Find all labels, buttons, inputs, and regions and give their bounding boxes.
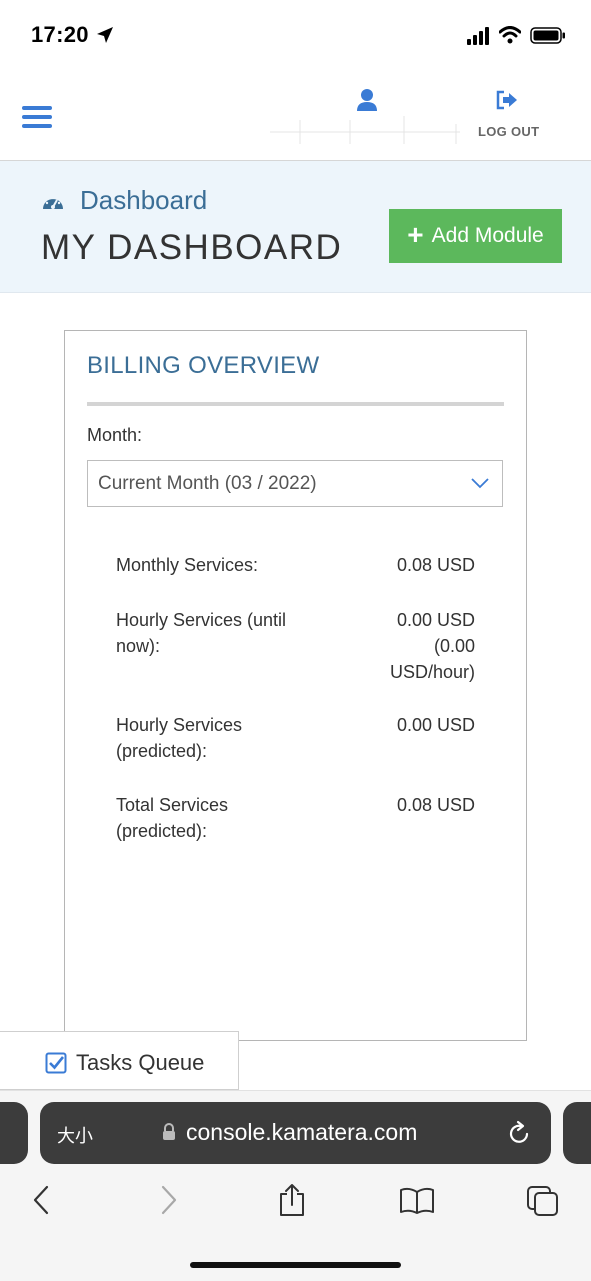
billing-overview-title: BILLING OVERVIEW	[87, 352, 320, 379]
month-label: Month:	[87, 425, 143, 445]
billing-row-label: Hourly Services (until now):	[116, 610, 287, 656]
logout-icon[interactable]	[495, 90, 519, 110]
menu-hamburger-icon[interactable]	[22, 106, 52, 128]
text-size-button[interactable]: 大小	[57, 1122, 93, 1148]
dashboard-gauge-icon	[43, 196, 63, 209]
next-tab-peek[interactable]	[563, 1102, 591, 1164]
location-arrow-icon	[97, 27, 113, 43]
user-icon[interactable]	[356, 88, 378, 112]
add-module-button[interactable]: + Add Module	[389, 209, 562, 263]
card-title-rule	[87, 402, 504, 406]
url-text: console.kamatera.com	[186, 1119, 418, 1145]
billing-row-label: Total Services (predicted):	[116, 795, 229, 841]
billing-row-label: Monthly Services:	[116, 555, 259, 575]
add-module-label: Add Module	[431, 224, 544, 247]
share-icon[interactable]	[277, 1183, 307, 1217]
lock-icon	[163, 1123, 175, 1140]
home-indicator	[190, 1262, 401, 1268]
billing-row-label: Hourly Services (predicted):	[116, 715, 243, 761]
billing-row-value: 0.00 USD (0.00 USD/hour)	[389, 610, 475, 682]
forward-arrow-icon[interactable]	[158, 1183, 180, 1217]
status-time: 17:20	[31, 22, 89, 47]
breadcrumb-dashboard[interactable]: Dashboard	[80, 185, 207, 216]
previous-tab-peek[interactable]	[0, 1102, 28, 1164]
tasks-queue-label: Tasks Queue	[76, 1050, 205, 1075]
month-select-value: Current Month (03 / 2022)	[98, 473, 317, 494]
billing-row-value: 0.00 USD	[396, 715, 475, 735]
battery-icon	[530, 27, 565, 44]
tabs-icon[interactable]	[526, 1183, 560, 1217]
checkbox-checked-icon	[45, 1052, 67, 1074]
billing-row-value: 0.08 USD	[396, 795, 475, 815]
reload-icon[interactable]	[507, 1120, 531, 1146]
page-title: MY DASHBOARD	[41, 228, 343, 267]
bookmarks-icon[interactable]	[399, 1183, 435, 1217]
chevron-down-icon	[471, 478, 489, 489]
cellular-signal-icon	[467, 27, 489, 45]
billing-row-value: 0.08 USD	[396, 555, 475, 575]
logout-button[interactable]: LOG OUT	[478, 124, 539, 139]
plus-icon: +	[407, 218, 424, 250]
back-arrow-icon[interactable]	[30, 1183, 52, 1217]
user-menu-decoration	[270, 116, 460, 144]
wifi-icon	[499, 26, 521, 44]
